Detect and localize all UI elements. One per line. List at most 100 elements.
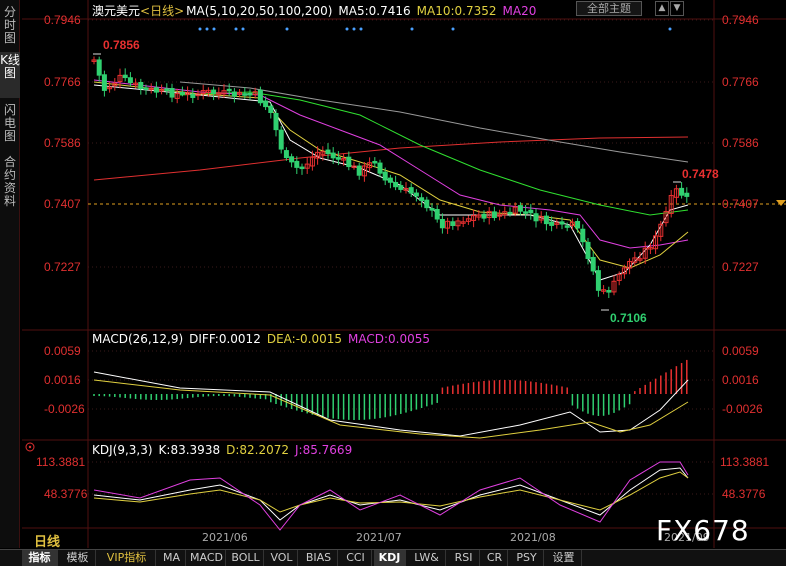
candle-body bbox=[679, 187, 685, 196]
candle-body bbox=[164, 88, 170, 91]
macd-header: MACD(26,12,9) DIFF:0.0012 DEA:-0.0015 MACD:… bbox=[92, 332, 436, 346]
price-tick: 0.7766 bbox=[722, 75, 759, 89]
candle-body bbox=[419, 197, 425, 201]
candle-body bbox=[429, 208, 435, 211]
macd-params: MACD(26,12,9) bbox=[92, 332, 184, 346]
macd-dea: DEA:-0.0015 bbox=[266, 332, 343, 346]
candle-body bbox=[408, 187, 414, 194]
high-annotation: 0.7856 bbox=[103, 38, 140, 52]
tab-timeshare[interactable]: 分时图 bbox=[0, 4, 20, 48]
candle-body bbox=[179, 92, 185, 95]
candle-body bbox=[278, 129, 284, 150]
tab-vol[interactable]: VOL bbox=[266, 550, 298, 566]
event-dot bbox=[234, 27, 238, 31]
candle-body bbox=[481, 213, 487, 219]
price-marker-icon bbox=[776, 200, 786, 206]
date-tick: 2021/06 bbox=[202, 531, 248, 544]
k-line bbox=[93, 467, 689, 521]
price-tick: 0.7227 bbox=[44, 260, 81, 274]
tab-kline[interactable]: K线图 bbox=[0, 52, 20, 98]
tab-templates[interactable]: 模板 bbox=[60, 550, 96, 566]
candle-body bbox=[257, 89, 263, 104]
candlesticks bbox=[91, 56, 690, 299]
candle-body bbox=[606, 290, 612, 293]
tab-indicators[interactable]: 指标 bbox=[22, 550, 58, 566]
candle-body bbox=[398, 185, 404, 190]
candle-body bbox=[424, 199, 430, 209]
tab-cr[interactable]: CR bbox=[482, 550, 508, 566]
candle-body bbox=[372, 160, 378, 164]
ma200-line bbox=[93, 136, 689, 181]
kdj-tick: 113.3881 bbox=[720, 455, 770, 469]
candle-body bbox=[580, 228, 586, 243]
candle-body bbox=[684, 192, 690, 197]
candle-body bbox=[169, 87, 175, 98]
tab-rsi[interactable]: RSI bbox=[448, 550, 480, 566]
tab-ma[interactable]: MA bbox=[158, 550, 186, 566]
event-dot bbox=[668, 27, 672, 31]
candle-body bbox=[595, 270, 601, 291]
event-dot bbox=[198, 27, 202, 31]
candle-body bbox=[590, 256, 596, 272]
tab-bias[interactable]: BIAS bbox=[300, 550, 338, 566]
tab-macd[interactable]: MACD bbox=[188, 550, 226, 566]
side-tab-bar: 分时图 K线图 闪电图 合约资料 bbox=[0, 0, 20, 548]
period-label[interactable]: 日线 bbox=[34, 531, 60, 550]
recent-high-annotation: 0.7478 bbox=[682, 167, 719, 181]
tab-contract-info[interactable]: 合约资料 bbox=[0, 154, 20, 212]
event-markers bbox=[198, 27, 672, 31]
candle-body bbox=[127, 77, 133, 84]
candle-body bbox=[559, 221, 565, 225]
d-line bbox=[93, 471, 689, 513]
tab-cci[interactable]: CCI bbox=[340, 550, 372, 566]
candle-body bbox=[387, 177, 393, 183]
tab-boll[interactable]: BOLL bbox=[228, 550, 264, 566]
macd-tick: 0.0016 bbox=[722, 373, 759, 387]
candle-body bbox=[268, 105, 274, 113]
macd-value: MACD:0.0055 bbox=[348, 332, 431, 346]
candle-body bbox=[96, 59, 102, 76]
candle-body bbox=[263, 100, 269, 108]
tab-lw[interactable]: LW& bbox=[408, 550, 446, 566]
candle-body bbox=[564, 225, 570, 228]
kdj-d: D:82.2072 bbox=[226, 443, 289, 457]
candle-body bbox=[413, 192, 419, 197]
ma10-line bbox=[93, 81, 689, 269]
candle-body bbox=[289, 156, 295, 163]
theme-dropdown[interactable]: 全部主题 bbox=[576, 1, 642, 16]
tab-flash[interactable]: 闪电图 bbox=[0, 102, 20, 146]
candle-body bbox=[439, 218, 445, 229]
scroll-down-button[interactable]: ▼ bbox=[670, 1, 684, 16]
scroll-up-button[interactable]: ▲ bbox=[655, 1, 669, 16]
kdj-tick: 48.3776 bbox=[44, 487, 88, 501]
macd-tick: -0.0026 bbox=[44, 402, 85, 416]
candle-body bbox=[211, 89, 217, 94]
candle-body bbox=[543, 215, 549, 225]
kdj-j: J:85.7669 bbox=[295, 443, 353, 457]
tab-psy[interactable]: PSY bbox=[510, 550, 544, 566]
candle-body bbox=[549, 221, 555, 226]
macd-tick: 0.0059 bbox=[722, 344, 759, 358]
price-tick: 0.7586 bbox=[722, 136, 759, 150]
tab-settings[interactable]: 设置 bbox=[546, 550, 582, 566]
candle-body bbox=[138, 81, 144, 90]
price-tick: 0.7946 bbox=[722, 13, 759, 27]
candle-body bbox=[143, 87, 149, 90]
candle-body bbox=[122, 74, 128, 79]
tab-kdj[interactable]: KDJ bbox=[374, 550, 406, 566]
candle-body bbox=[247, 93, 253, 96]
ma20-line bbox=[93, 79, 689, 249]
candle-body bbox=[585, 241, 591, 259]
candle-body bbox=[190, 93, 196, 98]
candle-body bbox=[491, 211, 497, 219]
event-dot bbox=[241, 27, 245, 31]
macd-tick: -0.0026 bbox=[722, 402, 763, 416]
price-tick: 0.7586 bbox=[44, 136, 81, 150]
event-dot bbox=[205, 27, 209, 31]
candle-body bbox=[377, 162, 383, 174]
kdj-tick: 113.3881 bbox=[36, 455, 86, 469]
ma-params: MA(5,10,20,50,100,200) bbox=[186, 4, 333, 18]
tab-vip-indicators[interactable]: VIP指标 bbox=[98, 550, 156, 566]
candle-body bbox=[325, 149, 331, 155]
period-tag: <日线> bbox=[140, 4, 185, 18]
